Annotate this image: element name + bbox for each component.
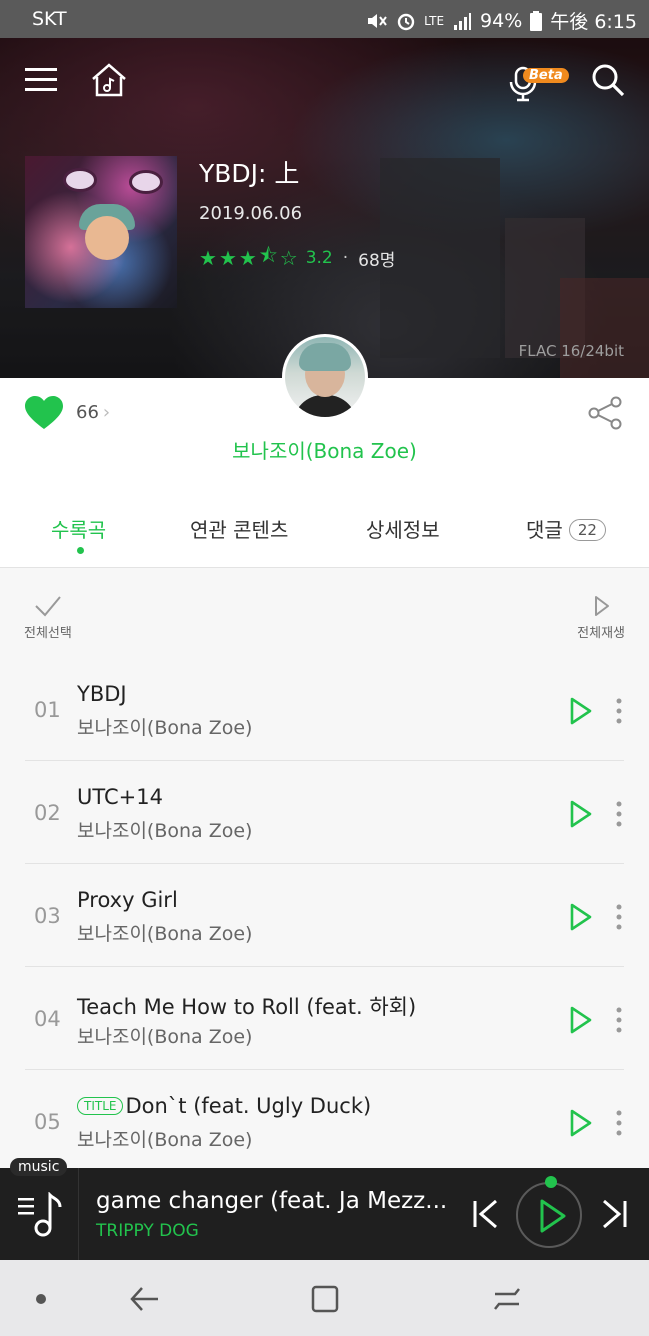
music-tag: music bbox=[10, 1158, 68, 1176]
active-tab-indicator bbox=[77, 547, 84, 554]
track-row[interactable]: 01 YBDJ 보나조이(Bona Zoe) bbox=[25, 658, 624, 761]
select-all-button[interactable]: 전체선택 bbox=[24, 594, 72, 641]
rating-score: 3.2 bbox=[305, 248, 333, 268]
check-icon bbox=[35, 596, 61, 617]
track-title: Don`t (feat. Ugly Duck) bbox=[125, 1094, 372, 1118]
album-title: YBDJ: 上 bbox=[199, 159, 300, 188]
star-half-icon: ⯪ bbox=[258, 243, 278, 267]
album-header: Beta YBDJ: 上 2019.06.06 ★ ★ ★ ⯪ ☆ 3.2 · … bbox=[0, 38, 649, 378]
audio-quality: FLAC 16/24bit bbox=[518, 342, 624, 360]
overview-icon[interactable] bbox=[310, 1284, 340, 1314]
track-list: 전체선택 전체재생 01 YBDJ 보나조이(Bona Zoe) 02 UTC+… bbox=[0, 568, 649, 1168]
beta-badge: Beta bbox=[523, 68, 569, 83]
battery-icon bbox=[530, 10, 543, 31]
track-title-wrap: TITLE Don`t (feat. Ugly Duck) bbox=[77, 1094, 371, 1118]
track-number: 04 bbox=[34, 1007, 61, 1031]
rating-count: 68명 bbox=[358, 250, 396, 271]
tab-tracks[interactable]: 수록곡 bbox=[51, 514, 106, 543]
signal-icon bbox=[454, 12, 472, 30]
play-icon[interactable] bbox=[568, 696, 594, 726]
comment-count-badge: 22 bbox=[568, 519, 606, 541]
back-icon[interactable] bbox=[128, 1284, 160, 1314]
track-number: 02 bbox=[34, 801, 61, 825]
now-playing-title: game changer (feat. Ja Mezz... bbox=[96, 1188, 448, 1214]
heart-icon[interactable] bbox=[24, 396, 64, 430]
track-title: UTC+14 bbox=[77, 785, 163, 809]
track-artist: 보나조이(Bona Zoe) bbox=[77, 923, 253, 945]
track-row[interactable]: 04 Teach Me How to Roll (feat. 하회) 보나조이(… bbox=[25, 967, 624, 1070]
more-options-icon[interactable] bbox=[614, 902, 624, 932]
mute-icon bbox=[368, 13, 387, 28]
track-number: 05 bbox=[34, 1110, 61, 1134]
tab-related[interactable]: 연관 콘텐츠 bbox=[190, 514, 288, 543]
star-icon: ★ bbox=[199, 246, 217, 270]
play-icon[interactable] bbox=[568, 799, 594, 829]
play-icon[interactable] bbox=[568, 1108, 594, 1138]
play-all-label: 전체재생 bbox=[577, 626, 625, 641]
track-artist: 보나조이(Bona Zoe) bbox=[77, 1129, 253, 1151]
tab-comments-label: 댓글 bbox=[526, 518, 563, 542]
title-track-badge: TITLE bbox=[77, 1097, 124, 1115]
star-icon: ★ bbox=[238, 246, 257, 270]
star-icon: ★ bbox=[218, 246, 237, 270]
track-number: 01 bbox=[34, 698, 61, 722]
tab-comments[interactable]: 댓글 22 bbox=[526, 514, 606, 543]
artist-avatar[interactable] bbox=[282, 334, 368, 420]
rating[interactable]: ★ ★ ★ ⯪ ☆ 3.2 · 68명 bbox=[199, 241, 395, 275]
battery-percent: 94% bbox=[480, 9, 523, 32]
more-options-icon[interactable] bbox=[614, 696, 624, 726]
track-row[interactable]: 03 Proxy Girl 보나조이(Bona Zoe) bbox=[25, 864, 624, 967]
next-icon[interactable] bbox=[600, 1198, 630, 1230]
search-icon[interactable] bbox=[590, 62, 626, 98]
status-bar: SKT LTE 94% 午後 6:15 bbox=[0, 0, 649, 38]
album-cover[interactable] bbox=[25, 156, 177, 308]
more-options-icon[interactable] bbox=[614, 799, 624, 829]
play-icon[interactable] bbox=[568, 902, 594, 932]
artist-name-link[interactable]: 보나조이(Bona Zoe) bbox=[0, 435, 649, 464]
dot-icon[interactable] bbox=[34, 1292, 48, 1306]
clock: 午後 6:15 bbox=[550, 11, 637, 33]
playlist-icon bbox=[18, 1192, 62, 1237]
select-all-label: 전체선택 bbox=[24, 626, 72, 641]
like-count-value: 66 bbox=[76, 402, 99, 423]
play-all-button[interactable]: 전체재생 bbox=[577, 594, 625, 641]
more-options-icon[interactable] bbox=[614, 1005, 624, 1035]
track-artist: 보나조이(Bona Zoe) bbox=[77, 1026, 253, 1048]
tab-details[interactable]: 상세정보 bbox=[366, 514, 440, 543]
track-title: Proxy Girl bbox=[77, 888, 178, 912]
play-button[interactable] bbox=[516, 1182, 582, 1248]
recents-icon[interactable] bbox=[492, 1284, 522, 1314]
track-artist: 보나조이(Bona Zoe) bbox=[77, 820, 253, 842]
track-row[interactable]: 05 TITLE Don`t (feat. Ugly Duck) 보나조이(Bon… bbox=[25, 1070, 624, 1173]
track-artist: 보나조이(Bona Zoe) bbox=[77, 717, 253, 739]
more-options-icon[interactable] bbox=[614, 1108, 624, 1138]
mini-player[interactable]: game changer (feat. Ja Mezz... TRIPPY DO… bbox=[0, 1168, 649, 1260]
play-icon bbox=[595, 596, 610, 616]
now-playing-artist: TRIPPY DOG bbox=[96, 1221, 199, 1241]
play-icon[interactable] bbox=[568, 1005, 594, 1035]
playlist-button[interactable] bbox=[0, 1168, 79, 1260]
share-icon[interactable] bbox=[587, 396, 623, 430]
previous-icon[interactable] bbox=[470, 1198, 500, 1230]
track-number: 03 bbox=[34, 904, 61, 928]
star-empty-icon: ☆ bbox=[279, 246, 298, 270]
progress-indicator[interactable] bbox=[545, 1176, 557, 1188]
carrier-label: SKT bbox=[32, 8, 67, 30]
like-count[interactable]: 66 › bbox=[76, 402, 110, 423]
track-title: Teach Me How to Roll (feat. 하회) bbox=[77, 995, 417, 1019]
status-icons: LTE 94% 午後 6:15 bbox=[366, 7, 637, 34]
system-nav-bar bbox=[0, 1260, 649, 1336]
track-row[interactable]: 02 UTC+14 보나조이(Bona Zoe) bbox=[25, 761, 624, 864]
alarm-icon bbox=[397, 13, 415, 30]
home-icon[interactable] bbox=[90, 62, 128, 98]
release-date: 2019.06.06 bbox=[199, 203, 303, 224]
play-icon bbox=[540, 1199, 566, 1233]
track-title: YBDJ bbox=[77, 682, 127, 706]
menu-icon[interactable] bbox=[24, 62, 58, 96]
tab-bar: 수록곡 연관 콘텐츠 상세정보 댓글 22 bbox=[0, 488, 649, 568]
network-label: LTE bbox=[424, 13, 445, 28]
